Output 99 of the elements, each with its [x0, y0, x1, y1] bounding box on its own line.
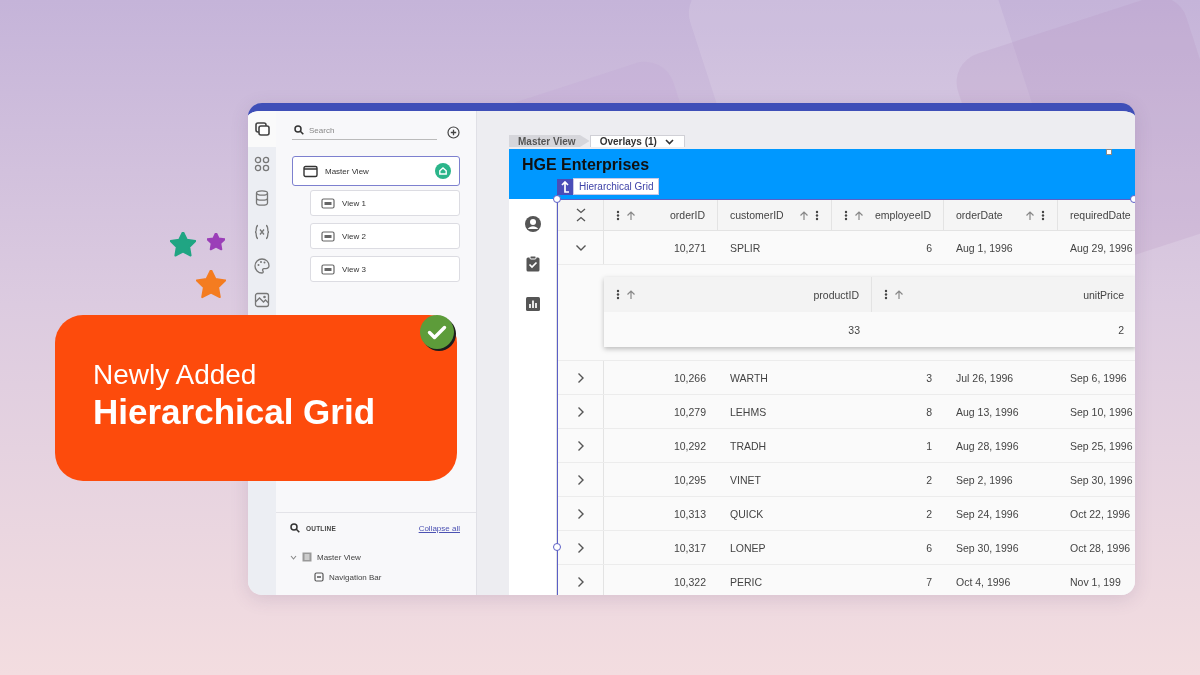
table-cell-text: 10,266 [672, 370, 707, 386]
sort-arrow-icon[interactable] [626, 209, 636, 221]
resize-handle[interactable] [1106, 149, 1112, 155]
more-icon[interactable] [616, 289, 620, 300]
table-cell-text: Aug 13, 1996 [955, 404, 1020, 420]
table-cell-text: Sep 30, 1996 [1069, 472, 1134, 488]
database-icon [253, 189, 271, 207]
table-cell-text: 10,279 [672, 404, 707, 420]
selection-label: Hierarchical Grid [573, 178, 660, 195]
outline-item[interactable]: Navigation Bar [290, 570, 460, 584]
column-header[interactable]: unitPrice [872, 277, 1135, 312]
view-item[interactable]: View 3 [310, 256, 460, 282]
bar-chart-icon[interactable] [523, 295, 542, 313]
sort-arrow-icon[interactable] [894, 289, 904, 300]
table-cell-text: VINET [729, 472, 762, 488]
table-cell-text: Sep 30, 1996 [955, 540, 1020, 556]
table-cell-text: 2 [925, 472, 933, 488]
palette-icon [253, 257, 271, 275]
image-icon [253, 291, 271, 309]
sort-arrow-icon[interactable] [799, 209, 809, 221]
column-header[interactable]: orderID [604, 200, 718, 230]
table-cell-text: PERIC [729, 574, 764, 590]
column-header[interactable]: productID [604, 277, 872, 312]
table-cell-text: 2 [1117, 322, 1125, 338]
search-icon [294, 125, 304, 135]
collapse-all-link[interactable]: Collapse all [418, 523, 460, 533]
view-icon [321, 197, 335, 209]
table-cell-text: Sep 24, 1996 [955, 506, 1020, 522]
star-icon [207, 233, 225, 251]
table-cell-text: Sep 2, 1996 [955, 472, 1014, 488]
table-cell-text: WARTH [729, 370, 769, 386]
more-icon[interactable] [815, 209, 819, 221]
table-cell-text: TRADH [729, 438, 768, 454]
more-icon[interactable] [884, 289, 888, 300]
search-icon [290, 523, 300, 533]
component-icon [314, 572, 324, 582]
table-cell-text: Jul 26, 1996 [955, 370, 1015, 386]
star-icon [170, 232, 196, 258]
table-cell-text: Oct 22, 1996 [1069, 506, 1132, 522]
table-cell-text: Aug 28, 1996 [955, 438, 1020, 454]
caret-icon [664, 138, 674, 145]
table-cell-text: 10,313 [672, 506, 707, 522]
table-cell-text: 10,322 [672, 574, 707, 590]
sort-arrow-icon[interactable] [854, 209, 864, 221]
table-cell-text: 10,317 [672, 540, 707, 556]
table-cell-text: 7 [925, 574, 933, 590]
table-cell-text: Sep 25, 1996 [1069, 438, 1134, 454]
window-icon [303, 164, 318, 178]
table-cell-text: SPLIR [729, 240, 762, 256]
sort-arrow-icon[interactable] [626, 289, 636, 300]
table-cell-text: 10,271 [672, 240, 707, 256]
table-cell-text: 10,295 [672, 472, 707, 488]
page-icon [302, 552, 312, 562]
table-cell-text: 1 [925, 438, 933, 454]
table-cell-text: LEHMS [729, 404, 768, 420]
table-cell-text: 3 [925, 370, 933, 386]
search-field[interactable]: Search [309, 125, 429, 135]
table-cell-text: Aug 1, 1996 [955, 240, 1014, 256]
more-icon[interactable] [844, 209, 848, 221]
table-cell-text: 10,292 [672, 438, 707, 454]
table-cell-text: QUICK [729, 506, 765, 522]
table-cell-text: 2 [925, 506, 933, 522]
grid-icon [253, 155, 271, 173]
more-icon[interactable] [616, 209, 620, 221]
view-icon [321, 263, 335, 275]
table-cell-text: Nov 1, 199 [1069, 574, 1122, 590]
column-header[interactable]: customerID [718, 200, 832, 230]
breadcrumb-item[interactable]: Master View [509, 135, 590, 147]
resize-handle[interactable] [553, 543, 561, 551]
table-cell-text: Aug 29, 1996 [1069, 240, 1134, 256]
outline-item[interactable]: Master View [290, 550, 460, 564]
user-icon[interactable] [523, 215, 542, 233]
table-cell-text: 33 [847, 322, 861, 338]
star-icon [196, 270, 226, 300]
more-icon[interactable] [1041, 209, 1045, 221]
layers-icon [253, 120, 271, 138]
table-cell-text: LONEP [729, 540, 767, 556]
sort-arrow-icon[interactable] [1025, 209, 1035, 221]
add-icon[interactable] [447, 126, 460, 139]
table-cell-text: 8 [925, 404, 933, 420]
table-cell-text: 6 [925, 540, 933, 556]
collapse-all-icon[interactable] [575, 208, 586, 222]
table-cell-text: Oct 4, 1996 [955, 574, 1012, 590]
variable-icon [253, 223, 271, 241]
banner-subtitle: Newly Added [93, 359, 258, 391]
column-header[interactable]: orderDate [944, 200, 1058, 230]
table-cell-text: Oct 28, 1996 [1069, 540, 1132, 556]
table-cell-text: Sep 6, 1996 [1069, 370, 1128, 386]
view-icon [321, 230, 335, 242]
view-item[interactable]: View 2 [310, 223, 460, 249]
column-header[interactable]: requiredDate [1058, 200, 1135, 230]
table-cell-text: Sep 10, 1996 [1069, 404, 1134, 420]
app-title: HGE Enterprises [522, 156, 650, 174]
table-cell-text: 6 [925, 240, 933, 256]
view-item[interactable]: View 1 [310, 190, 460, 216]
view-item[interactable]: Master View [292, 156, 460, 186]
banner-title: Hierarchical Grid [93, 391, 377, 433]
column-header[interactable]: employeeID [832, 200, 944, 230]
breadcrumb-item[interactable]: Overlays (1) [589, 135, 685, 147]
